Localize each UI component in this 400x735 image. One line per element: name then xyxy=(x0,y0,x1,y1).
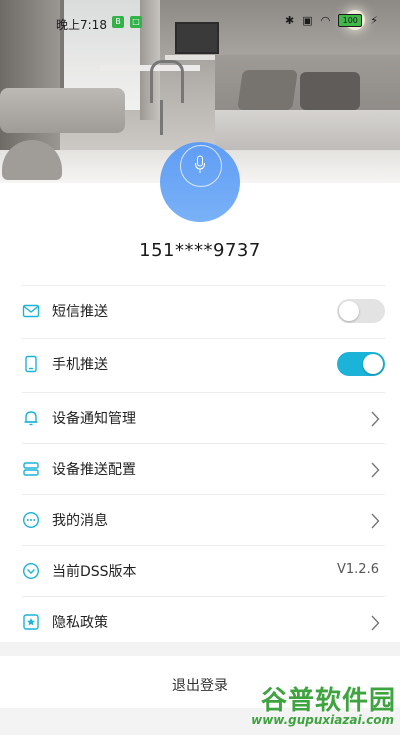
phone-push-toggle[interactable] xyxy=(337,352,385,376)
menu-label: 短信推送 xyxy=(52,304,108,320)
settings-menu: 短信推送 手机推送 设备通知管理 设备推送配置 我的消息 当前DSS版本 V1.… xyxy=(0,285,400,647)
watermark-url: www.gupuxiazai.com xyxy=(251,713,394,727)
version-value: V1.2.6 xyxy=(337,562,379,577)
notification-app-icon: B xyxy=(112,16,124,28)
watermark: 谷普软件园 www.gupuxiazai.com xyxy=(218,680,396,732)
menu-label: 当前DSS版本 xyxy=(52,564,137,580)
menu-item-sms-push: 短信推送 xyxy=(22,285,385,338)
menu-label: 手机推送 xyxy=(52,357,108,373)
phone-number: 151****9737 xyxy=(139,240,261,261)
server-config-icon xyxy=(23,462,39,476)
menu-item-dss-version: 当前DSS版本 V1.2.6 xyxy=(22,545,385,596)
menu-item-my-messages[interactable]: 我的消息 xyxy=(22,494,385,545)
menu-label: 设备推送配置 xyxy=(52,462,136,478)
menu-label: 设备通知管理 xyxy=(52,411,136,427)
chevron-right-icon xyxy=(371,462,380,478)
charging-icon: ⚡ xyxy=(370,14,378,27)
sim-icon: ▣ xyxy=(302,14,313,27)
menu-label: 我的消息 xyxy=(52,513,108,529)
section-divider xyxy=(0,642,400,656)
phone-icon xyxy=(25,355,37,373)
wifi-icon: ◠ xyxy=(320,14,331,27)
status-time: 晚上7:18 xyxy=(56,18,107,32)
microphone-icon xyxy=(195,155,205,173)
chevron-right-icon xyxy=(371,411,380,427)
watermark-title: 谷普软件园 xyxy=(260,686,396,716)
chevron-right-icon xyxy=(371,513,380,529)
message-icon xyxy=(22,511,40,529)
menu-item-privacy-policy[interactable]: 隐私政策 xyxy=(22,596,385,647)
privacy-icon xyxy=(23,614,39,630)
mail-icon xyxy=(22,304,40,318)
bell-icon xyxy=(24,411,38,426)
version-icon xyxy=(22,562,40,580)
menu-item-phone-push: 手机推送 xyxy=(22,338,385,392)
menu-item-device-notify[interactable]: 设备通知管理 xyxy=(22,392,385,443)
battery-icon: 100 xyxy=(338,14,363,27)
status-bar: 晚上7:18 B □ ✱ ▣ ◠ 100 ⚡ xyxy=(0,0,400,46)
bluetooth-icon: ✱ xyxy=(285,14,295,27)
menu-item-device-push-config[interactable]: 设备推送配置 xyxy=(22,443,385,494)
chevron-right-icon xyxy=(371,615,380,631)
menu-label: 隐私政策 xyxy=(52,615,108,631)
notification-app-icon: □ xyxy=(130,16,142,28)
sms-push-toggle[interactable] xyxy=(337,299,385,323)
